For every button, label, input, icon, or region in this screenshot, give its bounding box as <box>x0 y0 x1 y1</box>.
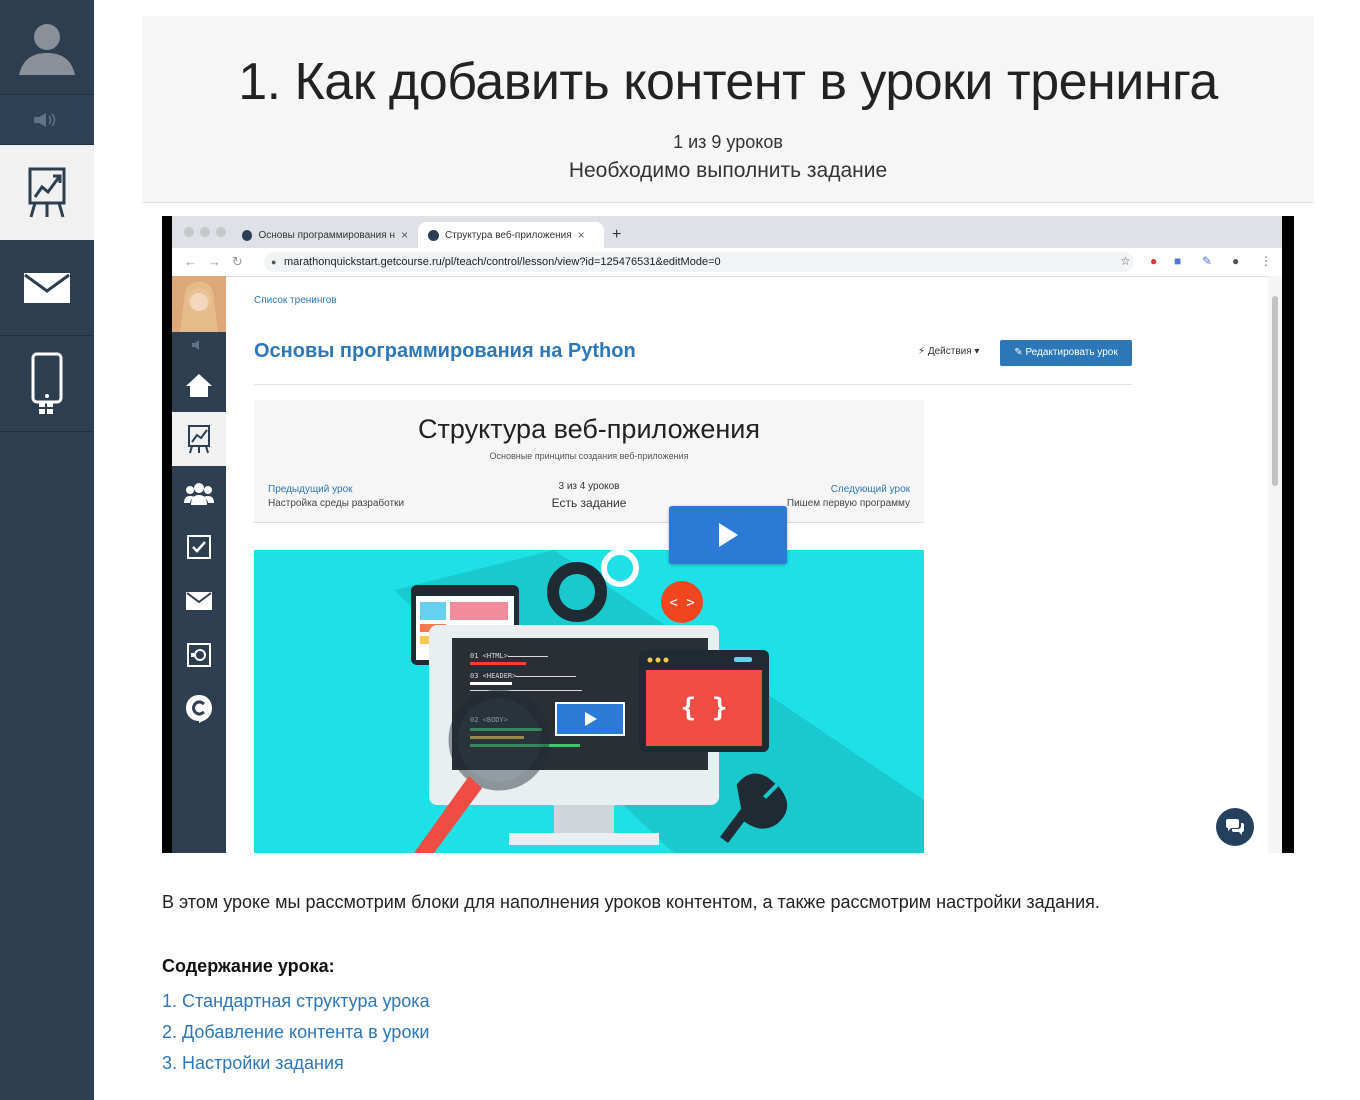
toc-list: 1. Стандартная структура урока 2. Добавл… <box>162 986 430 1079</box>
home-icon <box>172 358 226 412</box>
user-avatar-icon <box>19 24 75 75</box>
url-text: marathonquickstart.getcourse.ru/pl/teach… <box>284 256 721 268</box>
lesson-count: 1 из 9 уроков <box>673 132 783 152</box>
sidebar-item-mobile[interactable] <box>0 336 94 432</box>
training-chart-icon <box>28 167 66 217</box>
actions-label: Действия <box>927 346 972 357</box>
toc-heading: Содержание урока: <box>162 956 335 976</box>
extension-icon: ■ <box>1174 254 1182 268</box>
mobile-qr-icon <box>31 352 63 414</box>
breadcrumb: Список тренингов <box>254 295 337 306</box>
close-icon: × <box>577 228 585 242</box>
profile-icon: ● <box>1232 254 1240 268</box>
pen-icon: ✎ <box>1202 254 1213 268</box>
toc-link[interactable]: 3. Настройки задания <box>162 1048 430 1079</box>
favicon-icon <box>428 229 439 241</box>
next-lesson-link: Следующий урок <box>830 484 910 495</box>
inner-scrollbar <box>1268 276 1282 853</box>
actions-dropdown: ⚡ Действия ▾ <box>918 346 980 357</box>
lesson-subtitle: Основные принципы создания веб-приложени… <box>489 451 689 461</box>
video-frame: Основы программирования н × Структура ве… <box>172 216 1282 853</box>
edit-lesson-button: ✎ Редактировать урок <box>1000 340 1132 366</box>
menu-dots-icon: ⋮ <box>1260 254 1272 268</box>
speaker-icon <box>34 112 56 127</box>
close-icon: × <box>400 228 408 242</box>
favicon-icon <box>242 229 253 241</box>
play-button[interactable] <box>669 506 787 564</box>
toc-link[interactable]: 2. Добавление контента в уроки <box>162 1017 430 1048</box>
lesson-title: Структура веб-приложения <box>418 414 760 444</box>
sound-toggle[interactable] <box>0 95 94 145</box>
inner-sidebar <box>172 276 226 853</box>
tasks-icon <box>172 520 226 574</box>
code-line-2: 03 <HEADER> <box>470 672 516 680</box>
tag-text: < > <box>669 595 694 611</box>
braces-text: { } <box>681 693 728 723</box>
user-photo-icon <box>172 276 226 332</box>
chart-icon <box>172 412 226 466</box>
window-controls <box>184 227 226 237</box>
url-field: ● marathonquickstart.getcourse.ru/pl/tea… <box>264 252 1134 272</box>
lesson-header: 1. Как добавить контент в уроки тренинга… <box>142 16 1314 203</box>
play-icon <box>719 523 738 547</box>
page-title: 1. Как добавить контент в уроки тренинга <box>238 53 1218 111</box>
lesson-illustration: < > 01 <HTML> 03 <HEADER> 02 <BODY> {} <box>254 550 924 853</box>
forward-icon: → <box>208 254 221 269</box>
browser-address-bar: ← → ↻ ● marathonquickstart.getcourse.ru/… <box>172 248 1282 277</box>
star-icon: ☆ <box>1120 254 1131 268</box>
browser-tab-strip: Основы программирования н × Структура ве… <box>172 216 1282 248</box>
lock-icon: ● <box>271 257 277 267</box>
adblock-icon: ● <box>1150 254 1158 268</box>
users-icon <box>172 466 226 520</box>
lesson-card: Структура веб-приложения Основные принци… <box>254 400 924 523</box>
course-title: Основы программирования на Python <box>254 340 636 362</box>
browser-tab: Основы программирования н × <box>232 222 418 248</box>
chat-icon <box>1226 819 1244 835</box>
user-avatar[interactable] <box>0 0 94 95</box>
left-sidebar <box>0 0 94 1100</box>
inner-mail-icon <box>172 574 226 628</box>
back-icon: ← <box>184 254 197 269</box>
browser-tab-label: Структура веб-приложения <box>445 229 572 241</box>
video-player[interactable]: Основы программирования н × Структура ве… <box>162 216 1294 853</box>
new-tab-icon: + <box>612 226 622 243</box>
mail-icon <box>24 272 70 303</box>
task-status: Необходимо выполнить задание <box>568 159 888 182</box>
sidebar-item-messages[interactable] <box>0 240 94 336</box>
divider <box>254 384 1132 385</box>
safe-icon <box>172 628 226 682</box>
lesson-description: В этом уроке мы рассмотрим блоки для нап… <box>162 892 1100 912</box>
browser-tab-label: Основы программирования н <box>258 229 395 241</box>
lesson-counter: 3 из 4 уроков <box>558 481 620 492</box>
inner-avatar <box>172 276 226 332</box>
web-app-illustration: < > 01 <HTML> 03 <HEADER> 02 <BODY> {} <box>394 550 924 853</box>
next-lesson-title: Пишем первую программу <box>786 498 910 509</box>
chat-button <box>1216 808 1254 846</box>
code-line-1: 01 <HTML> <box>470 652 508 660</box>
getcourse-logo-icon <box>172 682 226 736</box>
toc-link[interactable]: 1. Стандартная структура урока <box>162 986 430 1017</box>
reload-icon: ↻ <box>232 254 243 269</box>
browser-tab-active: Структура веб-приложения × <box>418 222 604 248</box>
inner-speaker-icon <box>172 332 226 358</box>
edit-lesson-label: Редактировать урок <box>1025 347 1118 358</box>
sidebar-item-trainings[interactable] <box>0 145 94 240</box>
